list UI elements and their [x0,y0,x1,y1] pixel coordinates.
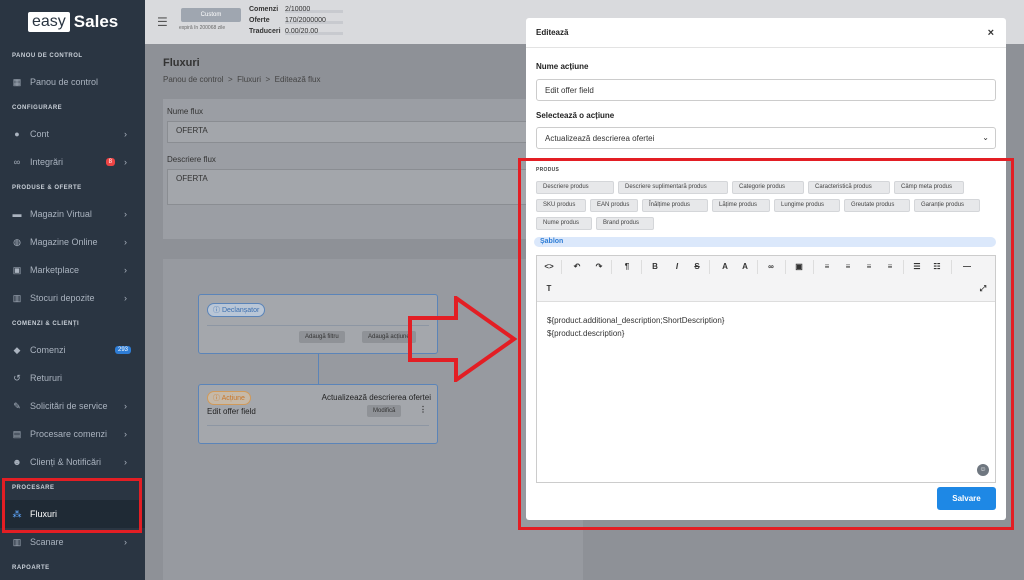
chevron-right-icon: › [124,157,127,167]
chevron-right-icon: › [124,537,127,547]
action-pill: ⓘ Acțiune [207,391,251,405]
chevron-right-icon: › [124,237,127,247]
highlight-fluxuri [2,478,142,533]
sidebar-item-magazin-virtual[interactable]: ▬ Magazin Virtual › [0,200,145,228]
close-icon[interactable]: × [988,27,994,39]
modal-header: Editează × [526,18,1006,48]
return-icon: ↺ [13,373,21,383]
section-panou: PANOU DE CONTROL [12,53,83,59]
chevron-down-icon: ⌄ [982,133,989,142]
trigger-pill: ⓘ Declanșator [207,303,266,317]
clients-icon: ☻ [12,457,22,467]
globe-icon: ◍ [13,237,21,247]
flow-desc-label: Descriere flux [167,155,216,164]
marketplace-icon: ▣ [12,265,22,275]
plan-expiry: expiră în 200068 zile [179,25,226,31]
wrench-icon: ✎ [13,401,21,411]
breadcrumb-item[interactable]: Panou de control [163,75,224,84]
integrari-badge: 8 [105,158,115,166]
add-filter-button[interactable]: Adaugă filtru [299,331,345,343]
warehouse-icon: ▥ [12,293,22,303]
breadcrumb-item: Editează flux [274,75,321,84]
select-action-label: Selectează o acțiune [536,111,615,120]
link-icon: ∞ [13,157,21,167]
comenzi-badge: 293 [114,346,131,354]
chevron-right-icon: › [124,209,127,219]
sidebar-item-cont[interactable]: ● Cont › [0,120,145,148]
action-node[interactable]: ⓘ Acțiune Actualizează descrierea oferte… [198,384,438,444]
sidebar-item-service[interactable]: ✎ Solicitări de service › [0,392,145,420]
more-icon[interactable]: ⋮ [419,405,427,414]
modify-button[interactable]: Modifică [367,405,402,417]
store-icon: ▬ [12,209,22,219]
breadcrumb: Panou de control > Fluxuri > Editează fl… [163,75,321,84]
action-title: Actualizează descrierea ofertei [321,393,431,402]
chevron-right-icon: › [124,457,127,467]
sidebar-item-clienti[interactable]: ☻ Clienți & Notificări › [0,448,145,476]
logo[interactable]: easy Sales [0,0,145,44]
action-name-input[interactable]: Edit offer field [536,79,996,101]
chevron-right-icon: › [124,429,127,439]
connector [318,354,319,384]
section-produse: PRODUSE & OFERTE [12,185,82,191]
section-configurare: CONFIGURARE [12,105,63,111]
divider [207,325,429,326]
menu-icon[interactable]: ☰ [157,15,168,29]
chevron-right-icon: › [124,129,127,139]
chevron-right-icon: › [124,293,127,303]
sidebar-item-stocuri[interactable]: ▥ Stocuri depozite › [0,284,145,312]
plan-badge: Custom [181,8,241,22]
chevron-right-icon: › [124,265,127,275]
sidebar-item-magazine-online[interactable]: ◍ Magazine Online › [0,228,145,256]
action-name: Edit offer field [207,407,256,416]
processing-icon: ▤ [12,429,22,439]
arrow-annotation [408,296,518,382]
trigger-node[interactable]: ⓘ Declanșator Adaugă filtru Adaugă acțiu… [198,294,438,354]
dashboard-icon: ▦ [12,77,22,87]
scan-icon: ▥ [12,537,22,547]
sidebar-item-comenzi[interactable]: ◆ Comenzi 293 [0,336,145,364]
sidebar-item-procesare[interactable]: ▤ Procesare comenzi › [0,420,145,448]
flow-name-label: Nume flux [167,107,204,116]
orders-icon: ◆ [13,345,21,355]
chevron-right-icon: › [124,401,127,411]
section-comenzi: COMENZI & CLIENȚI [12,321,80,327]
section-rapoarte: RAPOARTE [12,565,50,571]
flow-name-input[interactable]: OFERTA [167,121,579,143]
sidebar-item-integrari[interactable]: ∞ Integrări 8 › [0,148,145,176]
modal-title: Editează [536,28,569,37]
page-title: Fluxuri [163,57,200,69]
highlight-editor [518,158,1014,530]
sidebar-item-retururi[interactable]: ↺ Retururi [0,364,145,392]
breadcrumb-item[interactable]: Fluxuri [237,75,261,84]
action-select[interactable]: Actualizează descrierea ofertei ⌄ [536,127,996,149]
sidebar-item-marketplace[interactable]: ▣ Marketplace › [0,256,145,284]
sidebar-item-panou-de-control[interactable]: ▦ Panou de control [0,68,145,96]
divider [207,425,429,426]
usage-stats: Comenzi 2/10000 Oferte 170/2000000 Traduce… [249,4,343,37]
action-name-label: Nume acțiune [536,62,589,71]
user-icon: ● [14,129,20,139]
